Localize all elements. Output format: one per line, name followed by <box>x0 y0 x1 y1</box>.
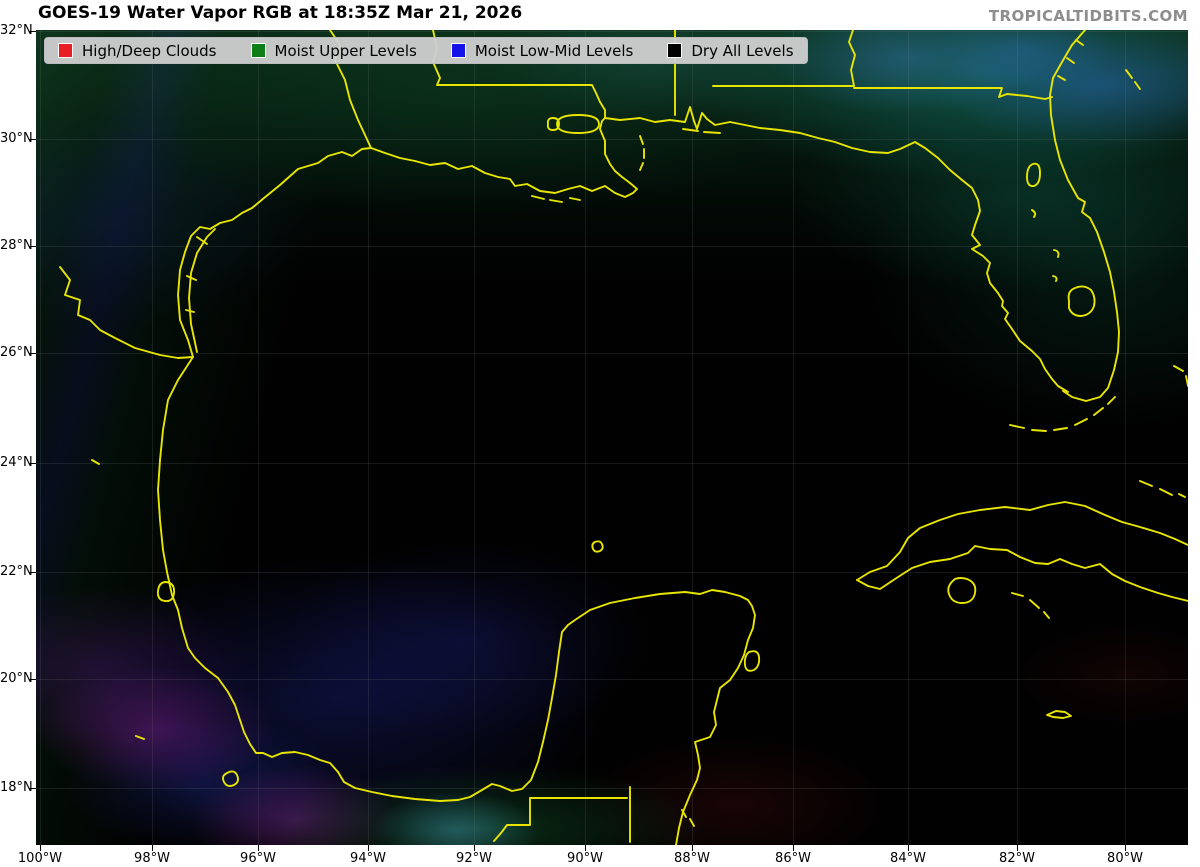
coastline-path <box>605 107 1068 392</box>
legend-item-label: High/Deep Clouds <box>82 42 217 60</box>
coastline-path <box>338 590 755 845</box>
lat-tick-label: 18°N <box>0 780 30 795</box>
coastline-path <box>158 357 338 772</box>
coastline-path <box>683 129 720 133</box>
legend-item-1: Moist Upper Levels <box>251 42 417 60</box>
coastline-path <box>1069 286 1095 316</box>
lon-tick-label: 96°W <box>230 851 286 866</box>
coastline-path <box>60 267 193 358</box>
coastline-path <box>92 460 238 786</box>
lon-tick-label: 84°W <box>880 851 936 866</box>
coastline-path <box>1010 397 1115 431</box>
coastline-path <box>592 541 602 551</box>
legend-item-3: Dry All Levels <box>667 42 793 60</box>
lon-tick-label: 100°W <box>12 851 68 866</box>
legend-item-2: Moist Low-Mid Levels <box>451 42 634 60</box>
coastline-path <box>532 196 580 202</box>
coastline-path <box>548 115 599 133</box>
satellite-map-canvas[interactable] <box>36 30 1188 845</box>
coastline-path <box>186 229 215 352</box>
lon-tick-label: 94°W <box>340 851 396 866</box>
coastline-path <box>857 546 1188 601</box>
legend-item-label: Dry All Levels <box>691 42 793 60</box>
lon-tick-label: 98°W <box>124 851 180 866</box>
coastline-path <box>857 502 1188 580</box>
page-title: GOES-19 Water Vapor RGB at 18:35Z Mar 21… <box>38 3 522 23</box>
lon-tick-label: 88°W <box>664 851 720 866</box>
lat-tick-label: 24°N <box>0 455 30 470</box>
lat-tick-label: 28°N <box>0 238 30 253</box>
lon-tick-label: 82°W <box>989 851 1045 866</box>
legend-item-label: Moist Upper Levels <box>275 42 417 60</box>
coastline-path <box>1047 711 1071 718</box>
red-square-icon <box>58 43 73 58</box>
lon-tick-label: 92°W <box>446 851 502 866</box>
coastline-path <box>1140 481 1185 497</box>
coastline-path <box>1012 593 1049 618</box>
lon-tick-label: 90°W <box>557 851 613 866</box>
blue-square-icon <box>451 43 466 58</box>
lat-tick-label: 26°N <box>0 345 30 360</box>
lat-tick-label: 20°N <box>0 671 30 686</box>
legend-item-0: High/Deep Clouds <box>58 42 217 60</box>
coastline-path <box>178 148 371 357</box>
coastline-path <box>1050 30 1119 401</box>
lat-tick-label: 30°N <box>0 131 30 146</box>
watermark-link[interactable]: TROPICALTIDBITS.COM <box>989 7 1188 25</box>
lon-tick-label: 86°W <box>765 851 821 866</box>
legend-item-label: Moist Low-Mid Levels <box>475 42 634 60</box>
coastline-path <box>1027 164 1059 281</box>
coastline-path <box>1126 70 1188 386</box>
black-square-icon <box>667 43 682 58</box>
lat-tick-label: 32°N <box>0 23 30 38</box>
lon-tick-label: 80°W <box>1097 851 1153 866</box>
coastline-path <box>745 651 759 671</box>
lat-tick-label: 22°N <box>0 564 30 579</box>
coastline-path <box>640 136 644 170</box>
satellite-viewer-page: GOES-19 Water Vapor RGB at 18:35Z Mar 21… <box>0 0 1200 867</box>
coastline-path <box>948 578 975 603</box>
coastline-overlay <box>36 30 1188 845</box>
coastline-path <box>494 787 694 842</box>
color-legend: High/Deep Clouds Moist Upper Levels Moist … <box>44 37 808 64</box>
green-square-icon <box>251 43 266 58</box>
